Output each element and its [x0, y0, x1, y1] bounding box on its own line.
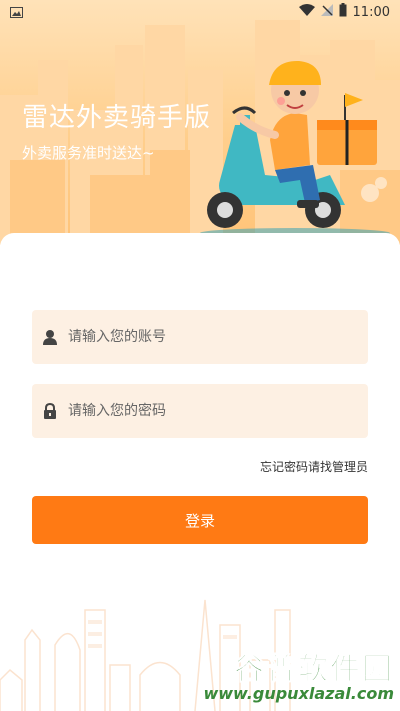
account-input[interactable]: [66, 328, 340, 346]
battery-icon: [339, 3, 347, 21]
gallery-notification-icon: [10, 6, 24, 18]
status-time: 11:00: [352, 4, 390, 20]
watermark-url: www.gupuxlazal.com: [203, 684, 394, 703]
user-icon: [42, 329, 58, 345]
account-field[interactable]: [32, 310, 368, 364]
status-bar: 11:00: [0, 0, 400, 24]
delivery-rider-illustration: [200, 60, 390, 238]
app-subtitle: 外卖服务准时送达~: [22, 144, 155, 162]
hero-banner: 雷达外卖骑手版 外卖服务准时送达~: [0, 0, 400, 245]
lock-icon: [42, 403, 58, 419]
watermark-brand: 谷普软件园: [234, 652, 394, 688]
app-title: 雷达外卖骑手版: [22, 103, 212, 133]
forgot-password-hint[interactable]: 忘记密码请找管理员: [260, 458, 368, 475]
password-field[interactable]: [32, 384, 368, 438]
password-input[interactable]: [66, 402, 340, 420]
watermark: 谷普软件园 www.gupuxlazal.com: [203, 644, 394, 704]
wifi-icon: [298, 4, 315, 20]
login-button[interactable]: 登录: [32, 496, 368, 544]
no-signal-icon: [320, 4, 333, 20]
